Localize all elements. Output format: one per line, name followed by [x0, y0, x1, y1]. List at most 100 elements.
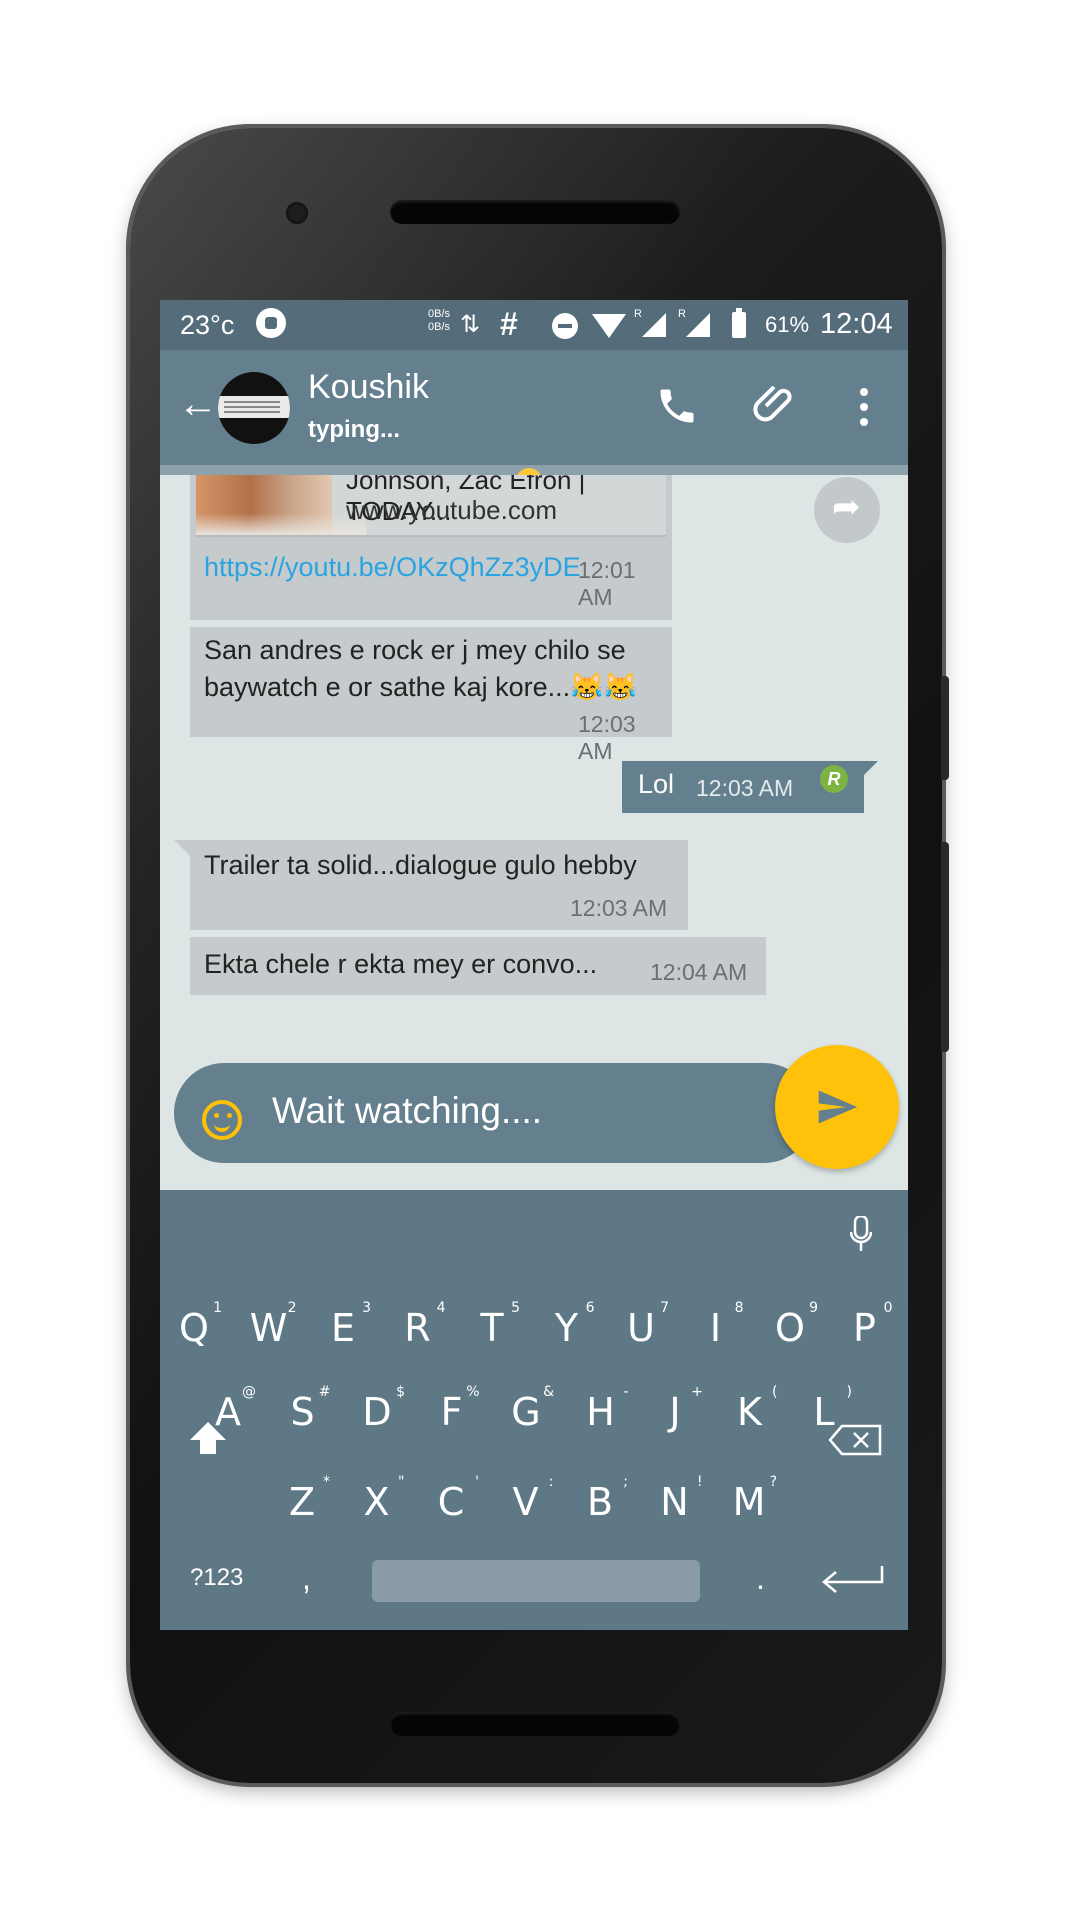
comma-key[interactable]: , — [302, 1560, 311, 1597]
key-i[interactable]: I8 — [686, 1300, 746, 1350]
key-hint: 9 — [809, 1300, 818, 1316]
key-g[interactable]: G & — [496, 1384, 556, 1434]
key-z[interactable]: Z * — [272, 1474, 332, 1524]
message-time: 12:01 AM — [578, 557, 636, 610]
key-b[interactable]: B; — [570, 1474, 630, 1524]
key-k[interactable]: K( — [720, 1384, 780, 1434]
message-bubble[interactable]: Ekta chele r ekta mey er convo... 12:04 … — [190, 937, 766, 995]
contact-name[interactable]: Koushik — [308, 368, 429, 407]
battery-icon — [732, 308, 746, 338]
key-y[interactable]: Y6 — [537, 1300, 597, 1350]
bottom-speaker — [390, 1712, 680, 1736]
message-text: San andres e rock er j mey chilo se — [204, 635, 626, 665]
key-v[interactable]: V: — [496, 1474, 556, 1524]
status-bar: 23°c 0B/s 0B/s ⇅ # R R 61% 12:04 — [160, 300, 908, 350]
enter-icon[interactable] — [820, 1562, 884, 1596]
message-time: 12:03 AM — [570, 895, 668, 921]
backspace-icon[interactable] — [828, 1424, 882, 1456]
phone-call-icon[interactable] — [655, 384, 699, 428]
contact-avatar[interactable] — [218, 372, 290, 444]
screen: 23°c 0B/s 0B/s ⇅ # R R 61% 12:04 ← Koush… — [160, 300, 908, 1630]
signal-icon-sim1 — [642, 313, 666, 337]
key-hint: @ — [242, 1384, 256, 1400]
data-transfer-icon: ⇅ — [460, 311, 481, 338]
key-hint: 0 — [883, 1300, 893, 1316]
read-receipt-badge: R — [820, 765, 848, 793]
message-bubble[interactable]: Trailer ta solid...dialogue gulo hebby 1… — [190, 840, 688, 930]
key-hint: ! — [696, 1474, 703, 1490]
key-e[interactable]: E3 — [313, 1300, 373, 1350]
message-time: 12:03 AM — [696, 775, 794, 801]
send-button[interactable] — [775, 1045, 899, 1169]
key-hint: 1 — [213, 1300, 222, 1316]
key-hint: ( — [772, 1384, 778, 1400]
hash-notification-icon: # — [500, 306, 518, 342]
key-w[interactable]: W2 — [239, 1300, 299, 1350]
front-camera — [286, 202, 308, 224]
message-input[interactable]: Wait watching.... — [272, 1090, 542, 1132]
key-q[interactable]: Q1 — [164, 1300, 224, 1350]
message-link[interactable]: https://youtu.be/OKzQhZz3yDE — [204, 552, 581, 583]
key-c[interactable]: C ' — [421, 1474, 481, 1524]
key-hint: 4 — [436, 1300, 446, 1316]
key-h[interactable]: H- — [571, 1384, 631, 1434]
key-s[interactable]: S # — [273, 1384, 333, 1434]
key-f[interactable]: F% — [422, 1384, 482, 1434]
roaming-indicator: R — [678, 308, 686, 320]
key-n[interactable]: N! — [645, 1474, 705, 1524]
roaming-indicator: R — [634, 308, 642, 320]
key-hint: ? — [769, 1474, 777, 1490]
link-preview-card[interactable]: Johnson, Zac Efron | TODAY... www.youtub… — [196, 475, 666, 537]
key-o[interactable]: O9 — [760, 1300, 820, 1350]
video-thumbnail — [196, 475, 366, 535]
link-message-bubble[interactable]: Johnson, Zac Efron | TODAY... www.youtub… — [190, 475, 672, 620]
shift-icon[interactable] — [188, 1420, 228, 1456]
message-text: Trailer ta solid...dialogue gulo hebby — [204, 850, 637, 880]
key-u[interactable]: U7 — [611, 1300, 671, 1350]
emoji-icon[interactable] — [202, 1100, 242, 1140]
key-hint: 6 — [585, 1300, 595, 1316]
attachment-icon[interactable] — [752, 380, 800, 428]
send-icon — [818, 1090, 858, 1124]
link-preview-domain: www.youtube.com — [346, 495, 557, 525]
key-hint: 5 — [511, 1300, 520, 1316]
key-r[interactable]: R4 — [388, 1300, 448, 1350]
status-clock: 12:04 — [820, 308, 893, 340]
key-m[interactable]: M? — [719, 1474, 779, 1524]
key-hint: : — [548, 1474, 554, 1490]
key-hint: # — [318, 1384, 331, 1400]
bubble-tail — [860, 761, 878, 779]
key-hint: 2 — [287, 1300, 297, 1316]
message-list[interactable]: Johnson, Zac Efron | TODAY... www.youtub… — [160, 475, 908, 995]
key-hint: & — [543, 1384, 554, 1400]
typing-status: typing... — [308, 416, 400, 443]
symbols-key[interactable]: ?123 — [190, 1564, 243, 1592]
battery-percent: 61% — [765, 312, 810, 337]
microphone-icon[interactable] — [850, 1216, 872, 1252]
period-key[interactable]: . — [756, 1560, 765, 1597]
key-hint: - — [623, 1384, 629, 1400]
key-x[interactable]: X " — [347, 1474, 407, 1524]
key-hint: % — [466, 1384, 480, 1400]
message-time: 12:03 AM — [578, 711, 636, 764]
more-options-icon[interactable] — [860, 388, 868, 428]
message-text: baywatch e or sathe kaj kore...😹😹 — [204, 672, 638, 702]
key-hint: * — [323, 1474, 330, 1490]
key-hint: ' — [475, 1474, 479, 1490]
signal-icon-sim2 — [686, 313, 710, 337]
message-text: Ekta chele r ekta mey er convo... — [204, 949, 598, 979]
key-t[interactable]: T5 — [462, 1300, 522, 1350]
key-d[interactable]: D $ — [347, 1384, 407, 1434]
key-hint: ; — [623, 1474, 628, 1490]
chat-app-bar: ← Koushik typing... — [160, 350, 908, 465]
key-hint: 3 — [362, 1300, 371, 1316]
key-p[interactable]: P0 — [835, 1300, 895, 1350]
message-bubble[interactable]: San andres e rock er j mey chilo se bayw… — [190, 627, 672, 764]
power-button — [941, 676, 949, 780]
message-text: Lol — [638, 769, 675, 799]
soft-keyboard: Q1W2E3R4T5Y6U7I8O9P0 A @ S # D $ F% G & H - J + K(L) … — [160, 1190, 908, 1630]
share-forward-button[interactable] — [814, 477, 880, 543]
key-j[interactable]: J + — [645, 1384, 705, 1434]
back-arrow-icon[interactable]: ← — [178, 382, 218, 427]
space-bar[interactable] — [372, 1560, 700, 1602]
